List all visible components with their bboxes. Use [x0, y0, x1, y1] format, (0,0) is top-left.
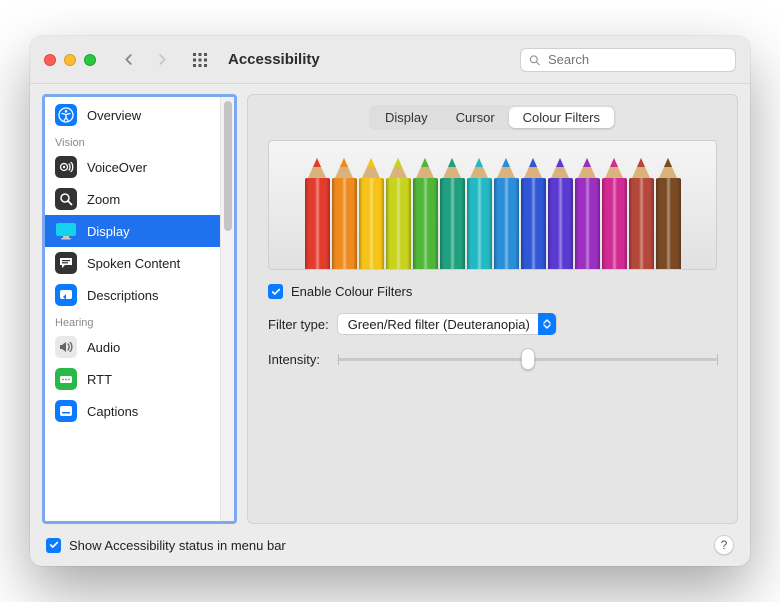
- rtt-icon: [55, 368, 77, 390]
- search-field[interactable]: [520, 48, 736, 72]
- sidebar-item-label: Spoken Content: [87, 256, 180, 271]
- filter-type-value: Green/Red filter (Deuteranopia): [348, 317, 530, 332]
- sidebar-item-audio[interactable]: Audio: [45, 331, 220, 363]
- show-all-button[interactable]: [188, 49, 212, 71]
- sidebar-item-label: Captions: [87, 404, 138, 419]
- pencil: [575, 154, 600, 269]
- window-controls: [44, 54, 96, 66]
- zoom-window-button[interactable]: [84, 54, 96, 66]
- tab-display[interactable]: Display: [371, 107, 442, 128]
- sidebar-item-rtt[interactable]: RTT: [45, 363, 220, 395]
- enable-filters-label: Enable Colour Filters: [291, 284, 412, 299]
- intensity-label: Intensity:: [268, 352, 330, 367]
- pencil: [602, 154, 627, 269]
- pencil: [548, 154, 573, 269]
- body: Overview Vision VoiceOver Zoom: [30, 84, 750, 524]
- titlebar: Accessibility: [30, 36, 750, 84]
- sidebar-item-label: Zoom: [87, 192, 120, 207]
- pencil: [467, 154, 492, 269]
- pencil: [629, 154, 654, 269]
- tab-colour-filters[interactable]: Colour Filters: [509, 107, 614, 128]
- accessibility-icon: [55, 104, 77, 126]
- tabbar: Display Cursor Colour Filters: [369, 105, 616, 130]
- pencil: [413, 154, 438, 269]
- captions-icon: [55, 400, 77, 422]
- sidebar-item-label: Overview: [87, 108, 141, 123]
- grid-icon: [192, 52, 208, 68]
- pencil: [305, 154, 330, 269]
- search-icon: [529, 54, 540, 66]
- forward-button[interactable]: [150, 49, 174, 71]
- filter-type-label: Filter type:: [268, 317, 329, 332]
- filter-type-select[interactable]: Green/Red filter (Deuteranopia): [337, 313, 557, 335]
- pencil: [359, 154, 384, 269]
- zoom-icon: [55, 188, 77, 210]
- sidebar-header-vision: Vision: [45, 131, 220, 151]
- pencil: [521, 154, 546, 269]
- speech-bubble-icon: [55, 252, 77, 274]
- close-window-button[interactable]: [44, 54, 56, 66]
- sidebar-scrollbar[interactable]: [220, 97, 234, 521]
- sidebar-item-label: Audio: [87, 340, 120, 355]
- chevron-left-icon: [123, 54, 134, 65]
- sidebar-list: Overview Vision VoiceOver Zoom: [45, 97, 220, 521]
- back-button[interactable]: [116, 49, 140, 71]
- help-button[interactable]: ?: [714, 535, 734, 555]
- sidebar: Overview Vision VoiceOver Zoom: [42, 94, 237, 524]
- content-pane: Display Cursor Colour Filters Enable Col…: [247, 94, 738, 524]
- sidebar-item-voiceover[interactable]: VoiceOver: [45, 151, 220, 183]
- pencil: [440, 154, 465, 269]
- search-input[interactable]: [546, 51, 727, 68]
- sidebar-item-spoken-content[interactable]: Spoken Content: [45, 247, 220, 279]
- chevron-right-icon: [157, 54, 168, 65]
- show-status-label: Show Accessibility status in menu bar: [69, 538, 286, 553]
- descriptions-icon: [55, 284, 77, 306]
- sidebar-item-descriptions[interactable]: Descriptions: [45, 279, 220, 311]
- sidebar-item-label: RTT: [87, 372, 112, 387]
- enable-filters-row: Enable Colour Filters: [268, 284, 717, 299]
- intensity-slider[interactable]: [338, 349, 717, 369]
- voiceover-icon: [55, 156, 77, 178]
- pencil: [656, 154, 681, 269]
- sidebar-item-captions[interactable]: Captions: [45, 395, 220, 427]
- sidebar-header-hearing: Hearing: [45, 311, 220, 331]
- prefs-window: Accessibility Overview Vision: [30, 36, 750, 566]
- sidebar-item-label: Display: [87, 224, 130, 239]
- minimize-window-button[interactable]: [64, 54, 76, 66]
- enable-filters-checkbox[interactable]: [268, 284, 283, 299]
- sidebar-item-overview[interactable]: Overview: [45, 99, 220, 131]
- window-title: Accessibility: [228, 51, 320, 68]
- pencil: [386, 154, 411, 269]
- colour-preview: [268, 140, 717, 270]
- speaker-icon: [55, 336, 77, 358]
- sidebar-item-display[interactable]: Display: [45, 215, 220, 247]
- pencil: [494, 154, 519, 269]
- display-icon: [55, 220, 77, 242]
- footer: Show Accessibility status in menu bar ?: [30, 524, 750, 566]
- pencil: [332, 154, 357, 269]
- check-icon: [49, 540, 59, 550]
- filter-type-row: Filter type: Green/Red filter (Deuterano…: [268, 313, 717, 335]
- intensity-row: Intensity:: [268, 349, 717, 369]
- show-status-checkbox[interactable]: [46, 538, 61, 553]
- scrollbar-thumb[interactable]: [224, 101, 232, 231]
- check-icon: [271, 287, 281, 297]
- slider-thumb[interactable]: [521, 348, 535, 370]
- tab-cursor[interactable]: Cursor: [442, 107, 509, 128]
- sidebar-item-label: Descriptions: [87, 288, 159, 303]
- select-arrows-icon: [538, 313, 556, 335]
- sidebar-item-zoom[interactable]: Zoom: [45, 183, 220, 215]
- sidebar-item-label: VoiceOver: [87, 160, 147, 175]
